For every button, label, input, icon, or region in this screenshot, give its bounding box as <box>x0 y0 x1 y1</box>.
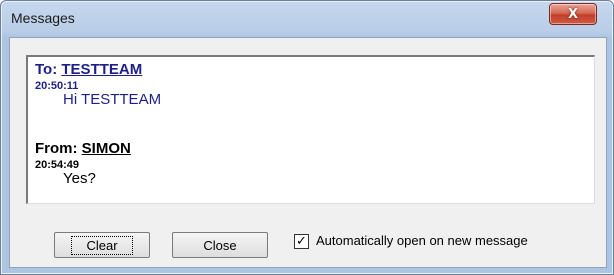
title-bar[interactable]: Messages X <box>1 1 613 37</box>
direction-label: To: <box>35 61 58 78</box>
auto-open-checkbox[interactable]: ✓ <box>294 234 309 249</box>
messages-window: Messages X To: TESTTEAM 20:50:11 Hi TEST… <box>0 0 614 275</box>
direction-label: From: <box>35 140 78 157</box>
dialog-client-area: To: TESTTEAM 20:50:11 Hi TESTTEAM From: … <box>9 37 607 268</box>
message-text: Yes? <box>63 170 96 187</box>
window-title: Messages <box>11 10 75 26</box>
recipient-name-link[interactable]: TESTTEAM <box>61 61 142 78</box>
close-icon: X <box>567 6 579 22</box>
message-header-from: From: SIMON <box>35 140 131 157</box>
clear-button-label: Clear <box>71 235 133 255</box>
close-button-label: Close <box>203 237 237 253</box>
message-history[interactable]: To: TESTTEAM 20:50:11 Hi TESTTEAM From: … <box>26 55 595 204</box>
window-close-button[interactable]: X <box>549 3 597 25</box>
close-button[interactable]: Close <box>172 232 268 258</box>
message-header-to: To: TESTTEAM <box>35 61 142 78</box>
sender-name-link[interactable]: SIMON <box>82 140 131 157</box>
message-text: Hi TESTTEAM <box>63 91 162 108</box>
auto-open-label[interactable]: Automatically open on new message <box>316 233 528 248</box>
checkmark-icon: ✓ <box>296 234 307 249</box>
clear-button[interactable]: Clear <box>54 232 150 258</box>
